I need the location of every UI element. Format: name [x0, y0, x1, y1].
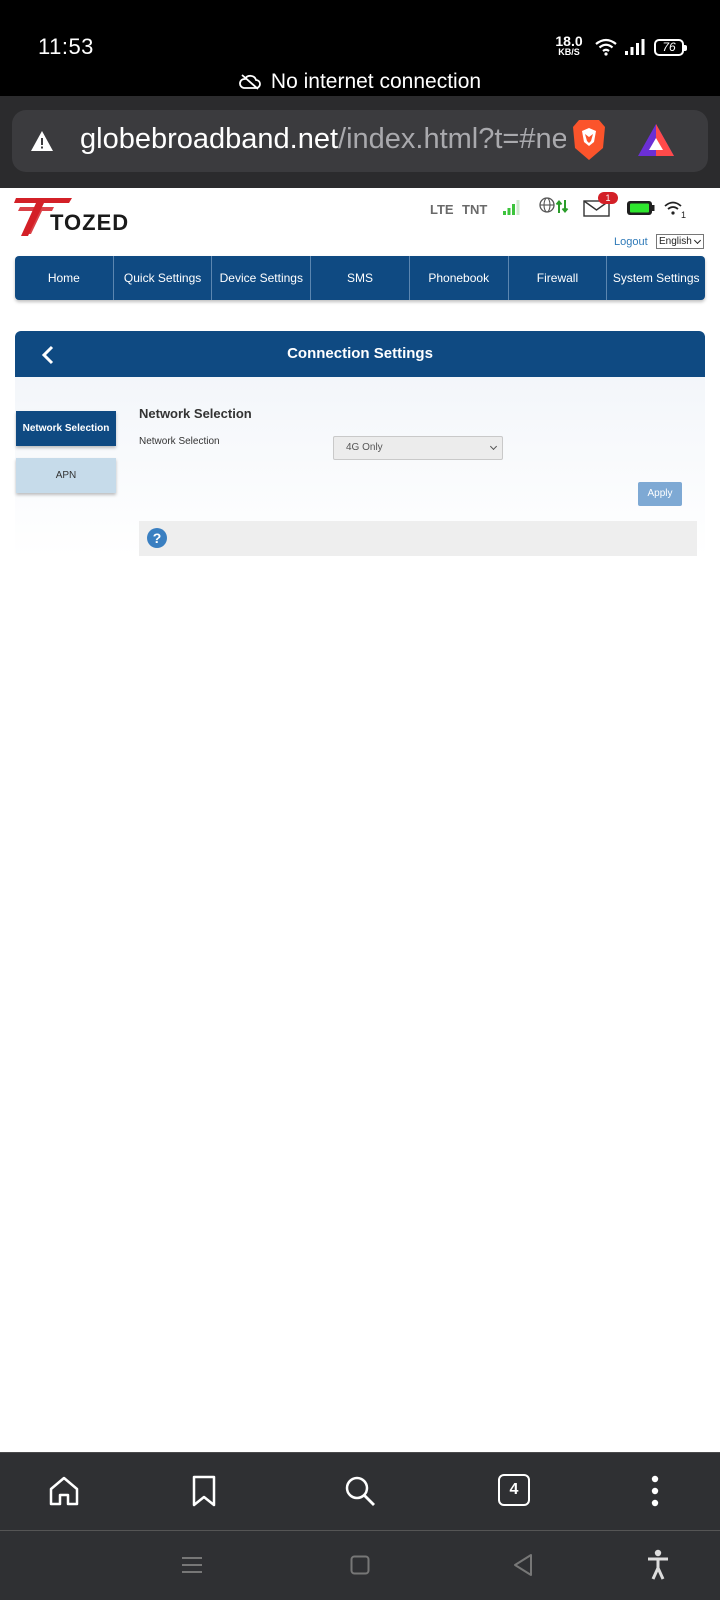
browser-toolbar: globebroadband.net/index.html?t=#ne — [0, 96, 720, 188]
side-menu-apn[interactable]: APN — [16, 458, 116, 493]
nav-phonebook[interactable]: Phonebook — [410, 256, 509, 300]
wifi-icon — [595, 38, 617, 56]
bookmark-icon[interactable] — [191, 1474, 217, 1508]
brave-rewards-icon[interactable] — [636, 122, 676, 158]
status-bar: 11:53 18.0 KB/S 76 No internet connectio… — [0, 0, 720, 96]
brand-name: TOZED — [50, 210, 130, 235]
logout-link[interactable]: Logout — [614, 236, 648, 248]
url-text[interactable]: globebroadband.net/index.html?t=#ne — [80, 123, 566, 156]
nav-home[interactable]: Home — [15, 256, 114, 300]
recents-icon[interactable] — [181, 1555, 203, 1575]
warning-icon[interactable] — [30, 130, 54, 152]
connection-notice-text: No internet connection — [270, 70, 482, 93]
battery-icon — [627, 201, 655, 215]
section-header: Connection Settings — [15, 331, 705, 377]
network-speed-value: 18.0 — [555, 33, 583, 49]
connection-notice: No internet connection — [0, 70, 720, 94]
home-square-icon[interactable] — [350, 1555, 370, 1575]
sms-unread-badge: 1 — [598, 192, 618, 204]
battery-indicator: 76 — [654, 39, 687, 56]
nav-sms[interactable]: SMS — [311, 256, 410, 300]
nav-device-settings[interactable]: Device Settings — [212, 256, 312, 300]
internet-connected-icon — [539, 197, 569, 214]
system-navigation-bar — [0, 1530, 720, 1600]
back-triangle-icon[interactable] — [512, 1553, 534, 1577]
tab-switcher-button[interactable]: 4 — [498, 1474, 530, 1506]
side-menu-network-selection[interactable]: Network Selection — [16, 411, 116, 446]
nav-quick-settings[interactable]: Quick Settings — [114, 256, 213, 300]
clock: 11:53 — [38, 34, 94, 59]
nav-system-settings[interactable]: System Settings — [607, 256, 705, 300]
network-speed: 18.0 KB/S — [552, 33, 586, 58]
network-selection-label: Network Selection — [139, 436, 220, 447]
address-bar[interactable]: globebroadband.net/index.html?t=#ne — [12, 110, 708, 172]
url-host: globebroadband.net — [80, 123, 339, 155]
home-icon[interactable] — [47, 1474, 81, 1508]
carrier-name: TNT — [462, 202, 488, 217]
more-menu-icon[interactable] — [649, 1474, 661, 1508]
network-selection-dropdown[interactable]: 4G Only — [333, 436, 503, 460]
main-nav: Home Quick Settings Device Settings SMS … — [15, 256, 705, 300]
brave-shields-icon[interactable] — [570, 118, 608, 162]
cloud-off-icon — [239, 74, 261, 90]
url-path: /index.html?t=#ne — [338, 123, 566, 155]
wifi-client-count: 1 — [681, 210, 687, 220]
help-icon[interactable]: ? — [147, 528, 167, 548]
browser-bottom-toolbar: 4 — [0, 1452, 720, 1530]
nav-firewall[interactable]: Firewall — [509, 256, 608, 300]
help-panel: ? — [139, 521, 697, 556]
accessibility-icon[interactable] — [646, 1549, 670, 1581]
language-select[interactable]: English — [656, 234, 704, 249]
apply-button[interactable]: Apply — [638, 482, 682, 506]
cell-signal-icon — [625, 39, 645, 55]
network-type: LTE — [430, 202, 454, 217]
search-icon[interactable] — [343, 1474, 377, 1508]
router-signal-icon — [503, 200, 520, 215]
section-title: Connection Settings — [287, 345, 433, 362]
router-page: TOZED LTE TNT 1 1 Logout English Home Qu… — [0, 188, 720, 1452]
form-heading: Network Selection — [139, 406, 252, 421]
